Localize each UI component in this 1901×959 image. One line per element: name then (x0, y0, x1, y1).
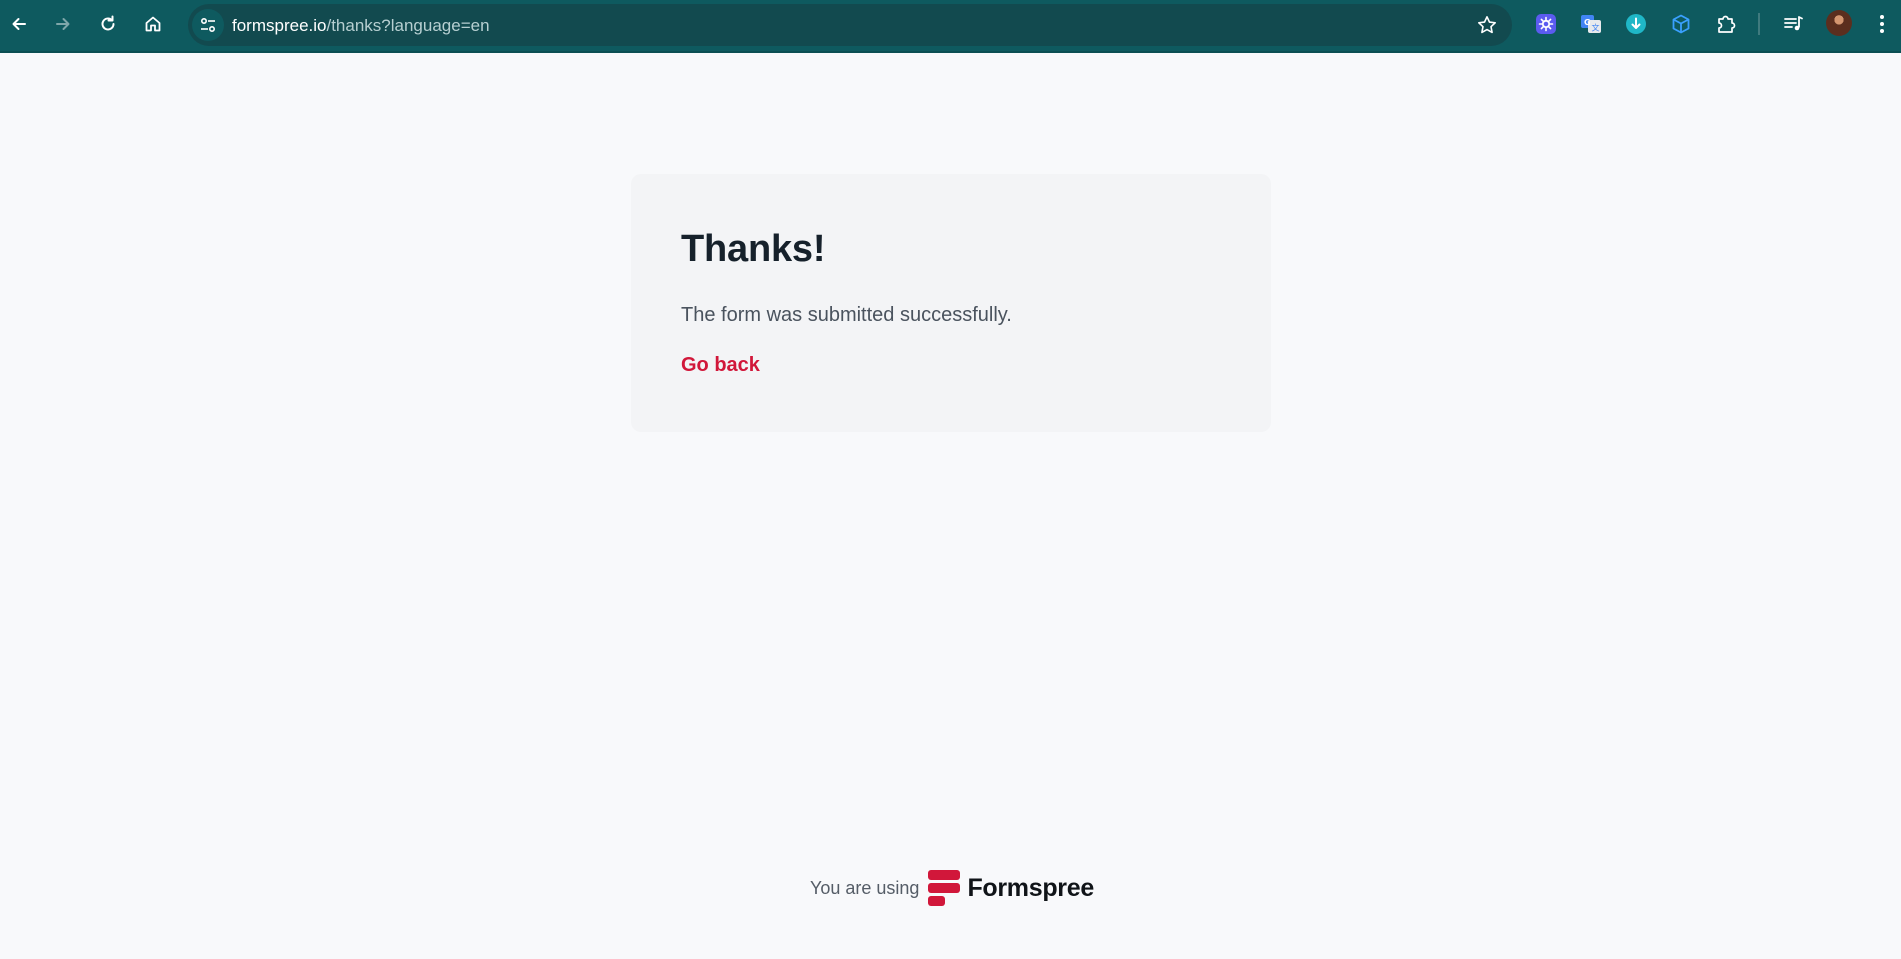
success-message: The form was submitted successfully. (681, 304, 1012, 326)
formspree-logo-icon[interactable] (928, 870, 961, 906)
back-button[interactable] (3, 8, 35, 40)
home-icon (145, 16, 161, 32)
profile-avatar[interactable] (1826, 10, 1852, 36)
google-translate-extension-icon[interactable]: G文 (1579, 12, 1603, 36)
toolbar-divider (1758, 13, 1760, 35)
arrow-left-icon (12, 18, 26, 30)
url-host: formspree.io (232, 16, 327, 35)
footer-prefix-text: You are using (810, 877, 920, 898)
svg-text:G: G (1584, 18, 1591, 27)
site-info-button[interactable] (192, 9, 224, 41)
url-path: /thanks?language=en (326, 16, 490, 35)
home-button[interactable] (137, 8, 169, 40)
forward-button[interactable] (47, 8, 79, 40)
media-queue-icon[interactable] (1781, 12, 1805, 36)
reload-icon (101, 15, 115, 31)
reload-button[interactable] (92, 8, 124, 40)
more-vertical-icon (1880, 15, 1884, 33)
url-text[interactable]: formspree.io/thanks?language=en (232, 16, 490, 36)
cube-extension-icon[interactable] (1669, 12, 1693, 36)
page-title: Thanks! (681, 228, 826, 270)
go-back-link[interactable]: Go back (681, 354, 760, 377)
puzzle-extensions-icon[interactable] (1714, 12, 1738, 36)
browser-toolbar: formspree.io/thanks?language=en G文 (0, 0, 1901, 53)
download-extension-icon[interactable] (1624, 12, 1648, 36)
browser-menu-button[interactable] (1870, 12, 1894, 36)
confirmation-card: Thanks! The form was submitted successfu… (631, 174, 1271, 432)
address-bar[interactable]: formspree.io/thanks?language=en (188, 4, 1512, 46)
arrow-right-icon (56, 18, 70, 30)
tune-icon (200, 17, 216, 33)
footer-branding: You are using Formspree (810, 868, 1094, 908)
settings-gear-extension-icon[interactable] (1534, 12, 1558, 36)
formspree-logo-wordmark[interactable]: Formspree (967, 874, 1094, 903)
svg-text:文: 文 (1592, 23, 1600, 33)
bookmark-star-icon[interactable] (1476, 14, 1498, 36)
